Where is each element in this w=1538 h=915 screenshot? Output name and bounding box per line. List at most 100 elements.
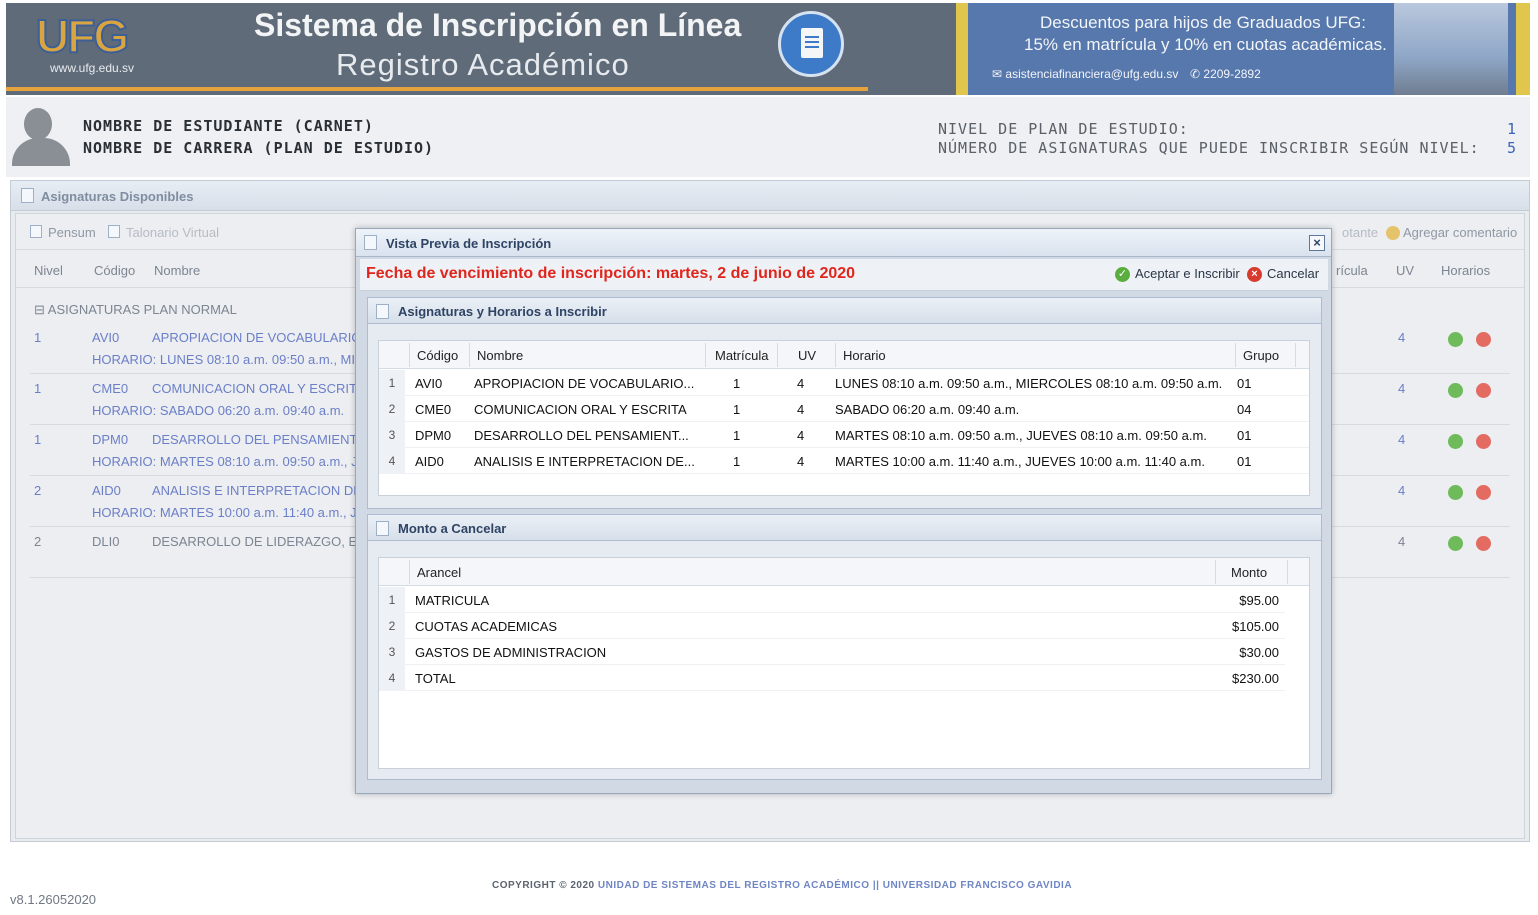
remove-subject-icon[interactable] — [1476, 383, 1491, 398]
row-nombre: COMUNICACION ORAL Y ESCRITA — [152, 381, 365, 396]
max-subjects-label: NÚMERO DE ASIGNATURAS QUE PUEDE INSCRIBI… — [938, 139, 1480, 157]
row-monto: $30.00 — [1239, 645, 1279, 660]
system-title: Sistema de Inscripción en Línea — [254, 7, 742, 43]
amount-panel-title: Monto a Cancelar — [398, 521, 507, 536]
version-label: v8.1.26052020 — [10, 892, 97, 907]
add-comment-button[interactable]: Agregar comentario — [1403, 225, 1517, 240]
max-subjects-value: 5 — [1507, 139, 1517, 157]
level-label: NIVEL DE PLAN DE ESTUDIO: — [938, 120, 1189, 138]
col-matricula[interactable]: rícula — [1336, 263, 1368, 278]
amount-row[interactable]: 3 GASTOS DE ADMINISTRACION $30.00 — [379, 639, 1285, 665]
row-uv: 4 — [797, 376, 805, 391]
col-matricula[interactable]: Matrícula — [715, 348, 768, 363]
col-monto[interactable]: Monto — [1231, 565, 1267, 580]
row-codigo: CME0 — [92, 381, 129, 396]
row-grupo: 04 — [1237, 402, 1252, 417]
col-nombre[interactable]: Nombre — [477, 348, 523, 363]
col-grupo[interactable]: Grupo — [1243, 348, 1279, 363]
header-banner: UFG www.ufg.edu.sv Sistema de Inscripció… — [6, 3, 1530, 95]
col-codigo[interactable]: Código — [94, 263, 135, 278]
row-codigo: CME0 — [415, 402, 452, 417]
row-matricula: 1 — [733, 376, 741, 391]
dialog-titlebar[interactable]: Vista Previa de Inscripción × — [356, 229, 1331, 257]
promo-phone: ✆ 2209-2892 — [1190, 67, 1261, 81]
row-horario: HORARIO: SABADO 06:20 a.m. 09:40 a.m. — [92, 403, 345, 418]
subject-row[interactable]: 4 AID0 ANALISIS E INTERPRETACION DE... 1… — [379, 448, 1309, 474]
page: UFG www.ufg.edu.sv Sistema de Inscripció… — [0, 0, 1538, 915]
row-horario: MARTES 10:00 a.m. 11:40 a.m., JUEVES 10:… — [835, 454, 1205, 469]
row-codigo: DPM0 — [92, 432, 129, 447]
row-nombre: ANALISIS E INTERPRETACION DE — [152, 483, 362, 498]
dialog-page-icon — [364, 235, 377, 250]
mail-icon: ✉ — [992, 67, 1006, 81]
col-uv[interactable]: UV — [1396, 263, 1414, 278]
avatar — [10, 108, 72, 166]
row-horario: HORARIO: MARTES 08:10 a.m. 09:50 a.m., J — [92, 454, 358, 469]
row-nivel: 2 — [34, 483, 42, 498]
close-icon[interactable]: × — [1309, 235, 1325, 251]
row-uv: 4 — [1398, 534, 1406, 549]
footer-link-universidad[interactable]: UNIVERSIDAD FRANCISCO GAVIDIA — [883, 880, 1072, 891]
footer-link-registro[interactable]: UNIDAD DE SISTEMAS DEL REGISTRO ACADÉMIC… — [598, 880, 870, 891]
row-horario: SABADO 06:20 a.m. 09:40 a.m. — [835, 402, 1020, 417]
col-codigo[interactable]: Código — [417, 348, 458, 363]
talonario-button[interactable]: Talonario Virtual — [126, 225, 219, 240]
panel-header: Asignaturas Disponibles — [11, 181, 1529, 211]
row-grupo: 01 — [1237, 454, 1252, 469]
collapse-icon[interactable]: ⊟ — [34, 302, 48, 317]
subjects-grid: Código Nombre Matrícula UV Horario Grupo… — [378, 340, 1310, 496]
add-subject-icon[interactable] — [1448, 383, 1463, 398]
row-nivel: 2 — [34, 534, 42, 549]
promo-photo — [1394, 3, 1508, 95]
add-subject-icon[interactable] — [1448, 434, 1463, 449]
amount-row[interactable]: 2 CUOTAS ACADEMICAS $105.00 — [379, 613, 1285, 639]
col-nombre[interactable]: Nombre — [154, 263, 200, 278]
add-subject-icon[interactable] — [1448, 332, 1463, 347]
remove-subject-icon[interactable] — [1476, 485, 1491, 500]
row-arancel: GASTOS DE ADMINISTRACION — [415, 645, 607, 660]
row-uv: 4 — [1398, 330, 1406, 345]
pensum-icon — [30, 225, 42, 238]
header-accent-line — [6, 87, 868, 91]
promo-banner: Descuentos para hijos de Graduados UFG: … — [956, 3, 1530, 95]
group-title-text: ASIGNATURAS PLAN NORMAL — [47, 302, 237, 317]
row-matricula: 1 — [733, 454, 741, 469]
row-number: 2 — [379, 396, 405, 422]
footer-separator: || — [872, 880, 880, 891]
amount-grid-header: Arancel Monto — [379, 558, 1309, 586]
deadline-text: Fecha de vencimiento de inscripción: mar… — [366, 265, 856, 282]
col-nivel[interactable]: Nivel — [34, 263, 63, 278]
accept-enroll-button[interactable]: ✓ Aceptar e Inscribir — [1115, 266, 1240, 286]
col-arancel[interactable]: Arancel — [417, 565, 461, 580]
row-number: 1 — [379, 587, 405, 613]
row-codigo: AID0 — [415, 454, 444, 469]
amount-row[interactable]: 1 MATRICULA $95.00 — [379, 587, 1285, 613]
remove-subject-icon[interactable] — [1476, 332, 1491, 347]
add-subject-icon[interactable] — [1448, 536, 1463, 551]
ufg-logo[interactable]: UFG — [35, 10, 156, 62]
student-info-area — [6, 97, 1530, 177]
row-number: 2 — [379, 613, 405, 639]
toolbar-partial-button[interactable]: otante — [1342, 225, 1378, 240]
subject-row[interactable]: 2 CME0 COMUNICACION ORAL Y ESCRITA 1 4 S… — [379, 396, 1309, 422]
col-horario[interactable]: Horario — [843, 348, 886, 363]
group-title[interactable]: ⊟ ASIGNATURAS PLAN NORMAL — [34, 302, 237, 318]
col-uv[interactable]: UV — [798, 348, 816, 363]
pensum-button[interactable]: Pensum — [48, 225, 96, 240]
subject-row[interactable]: 3 DPM0 DESARROLLO DEL PENSAMIENT... 1 4 … — [379, 422, 1309, 448]
subjects-panel-header: Asignaturas y Horarios a Inscribir — [368, 298, 1321, 324]
amount-row[interactable]: 4 TOTAL $230.00 — [379, 665, 1285, 691]
row-number: 4 — [379, 448, 405, 474]
remove-subject-icon[interactable] — [1476, 536, 1491, 551]
subject-row[interactable]: 1 AVI0 APROPIACION DE VOCABULARIO... 1 4… — [379, 370, 1309, 396]
remove-subject-icon[interactable] — [1476, 434, 1491, 449]
cancel-label: Cancelar — [1267, 266, 1320, 281]
row-codigo: AVI0 — [92, 330, 120, 345]
logo-url: www.ufg.edu.sv — [50, 61, 135, 75]
col-horarios[interactable]: Horarios — [1441, 263, 1490, 278]
row-monto: $230.00 — [1232, 671, 1279, 686]
cancel-button[interactable]: × Cancelar — [1247, 266, 1319, 286]
row-uv: 4 — [1398, 381, 1406, 396]
row-nombre: DESARROLLO DEL PENSAMIENT... — [474, 428, 689, 443]
add-subject-icon[interactable] — [1448, 485, 1463, 500]
